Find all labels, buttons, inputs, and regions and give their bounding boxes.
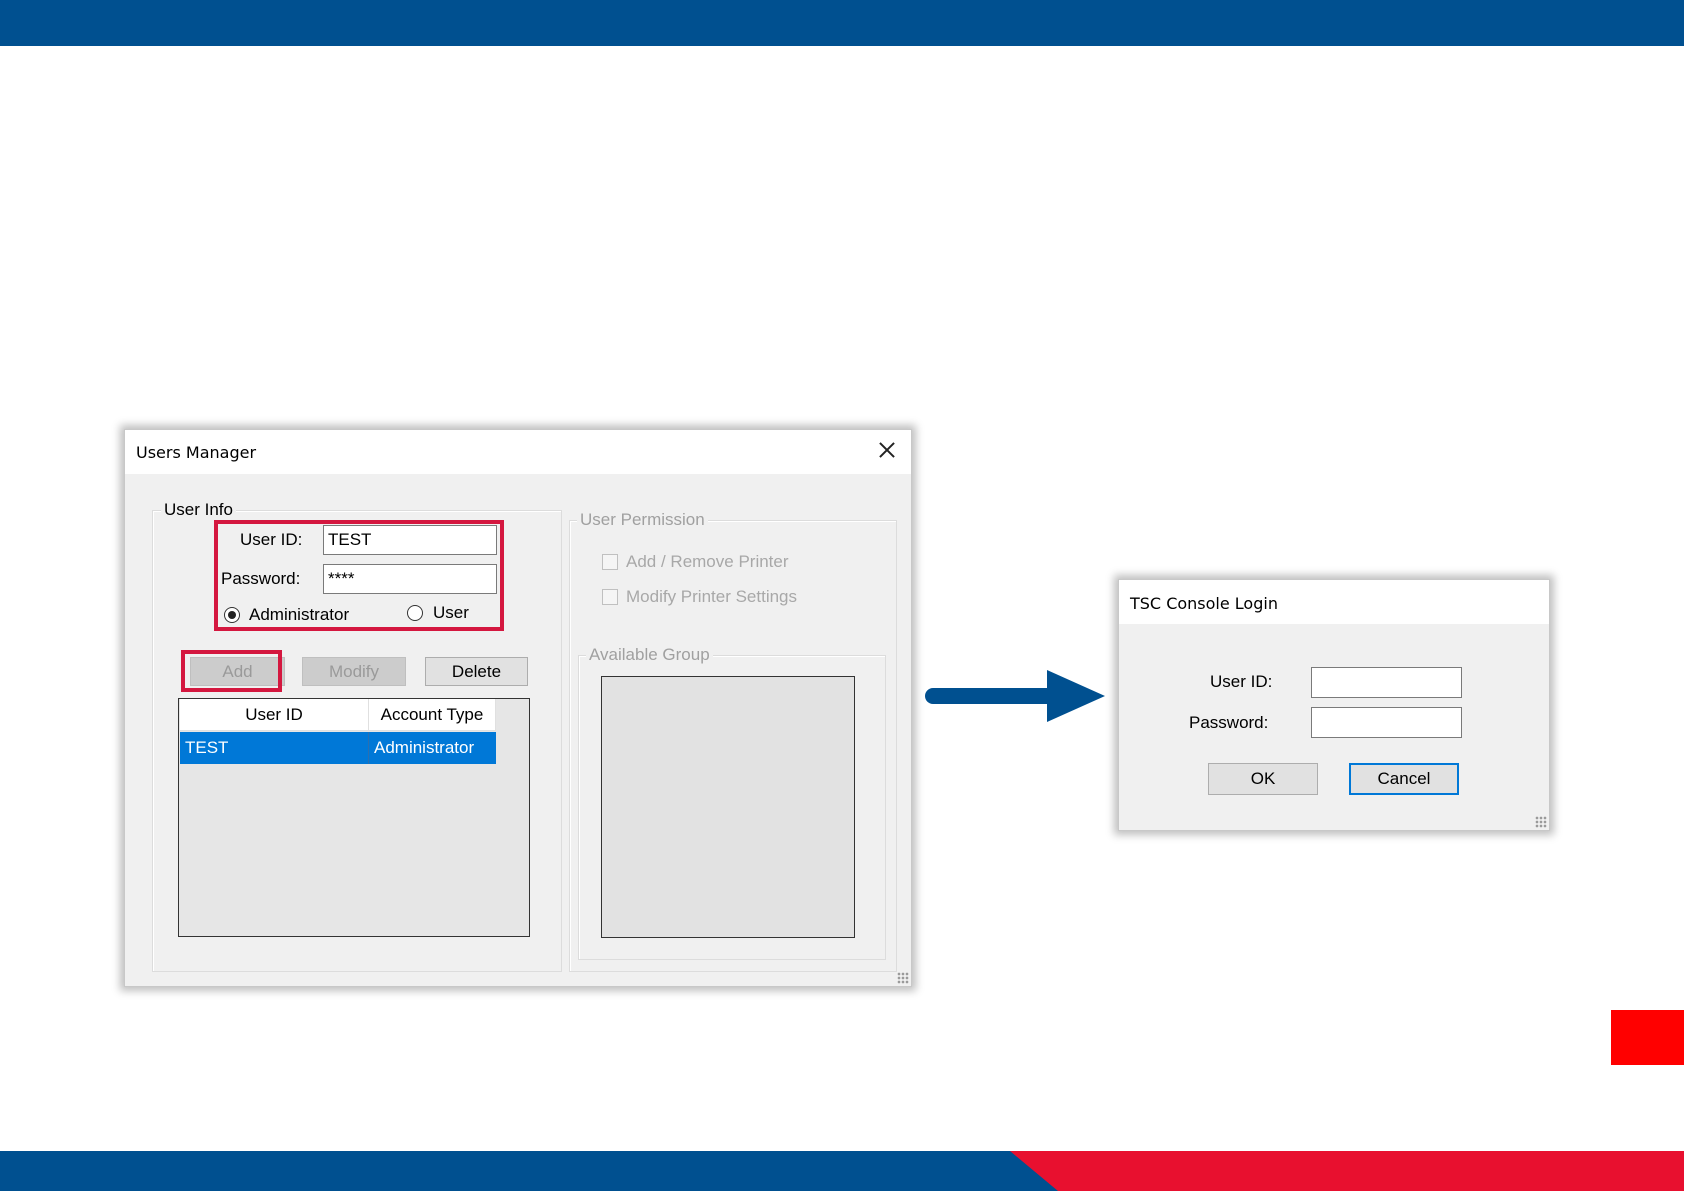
- user-info-label: User Info: [161, 500, 236, 520]
- modify-button[interactable]: Modify: [302, 657, 406, 686]
- user-permission-label: User Permission: [577, 510, 708, 530]
- bottom-banner-accent: [1010, 1151, 1684, 1191]
- cancel-button[interactable]: Cancel: [1349, 763, 1459, 795]
- password-input[interactable]: ****: [323, 564, 497, 594]
- user-id-label: User ID:: [240, 530, 303, 549]
- login-user-id-input[interactable]: [1311, 667, 1462, 698]
- top-banner: [0, 0, 1684, 46]
- delete-button[interactable]: Delete: [425, 657, 528, 686]
- login-title-bar[interactable]: TSC Console Login: [1119, 580, 1549, 624]
- column-header-user-id[interactable]: User ID: [180, 699, 369, 731]
- close-icon[interactable]: [875, 438, 899, 462]
- login-password-input[interactable]: [1311, 707, 1462, 738]
- available-group-label: Available Group: [586, 645, 713, 665]
- resize-grip-icon[interactable]: [897, 972, 909, 984]
- table-row-user-id[interactable]: TEST: [180, 732, 369, 764]
- administrator-radio-label[interactable]: Administrator: [249, 605, 349, 625]
- add-remove-printer-label: Add / Remove Printer: [626, 552, 789, 571]
- password-label: Password:: [221, 569, 301, 588]
- user-id-input[interactable]: TEST: [323, 525, 497, 555]
- login-window-title: TSC Console Login: [1130, 594, 1278, 613]
- modify-printer-settings-checkbox[interactable]: [602, 589, 618, 605]
- login-resize-grip-icon[interactable]: [1535, 816, 1547, 828]
- login-window: TSC Console Login User ID: Password: OK …: [1118, 579, 1550, 831]
- arrow-right-icon: [925, 670, 1105, 722]
- window-title: Users Manager: [136, 443, 257, 462]
- users-manager-window: Users Manager User Info User ID: TEST Pa…: [124, 429, 912, 987]
- column-header-account-type[interactable]: Account Type: [369, 699, 496, 731]
- add-button[interactable]: Add: [190, 657, 285, 686]
- ok-button[interactable]: OK: [1208, 763, 1318, 795]
- add-remove-printer-checkbox[interactable]: [602, 554, 618, 570]
- administrator-radio[interactable]: [224, 607, 240, 623]
- login-password-label: Password:: [1189, 713, 1269, 732]
- table-row-account-type[interactable]: Administrator: [369, 732, 496, 764]
- page-tab-marker: [1611, 1010, 1684, 1065]
- user-radio-label[interactable]: User: [433, 603, 469, 623]
- available-group-list[interactable]: [601, 676, 855, 938]
- title-bar[interactable]: Users Manager: [125, 430, 911, 474]
- user-radio[interactable]: [407, 605, 423, 621]
- login-user-id-label: User ID:: [1210, 672, 1273, 691]
- users-table[interactable]: User ID Account Type TEST Administrator: [178, 698, 530, 937]
- modify-printer-settings-label: Modify Printer Settings: [626, 587, 798, 606]
